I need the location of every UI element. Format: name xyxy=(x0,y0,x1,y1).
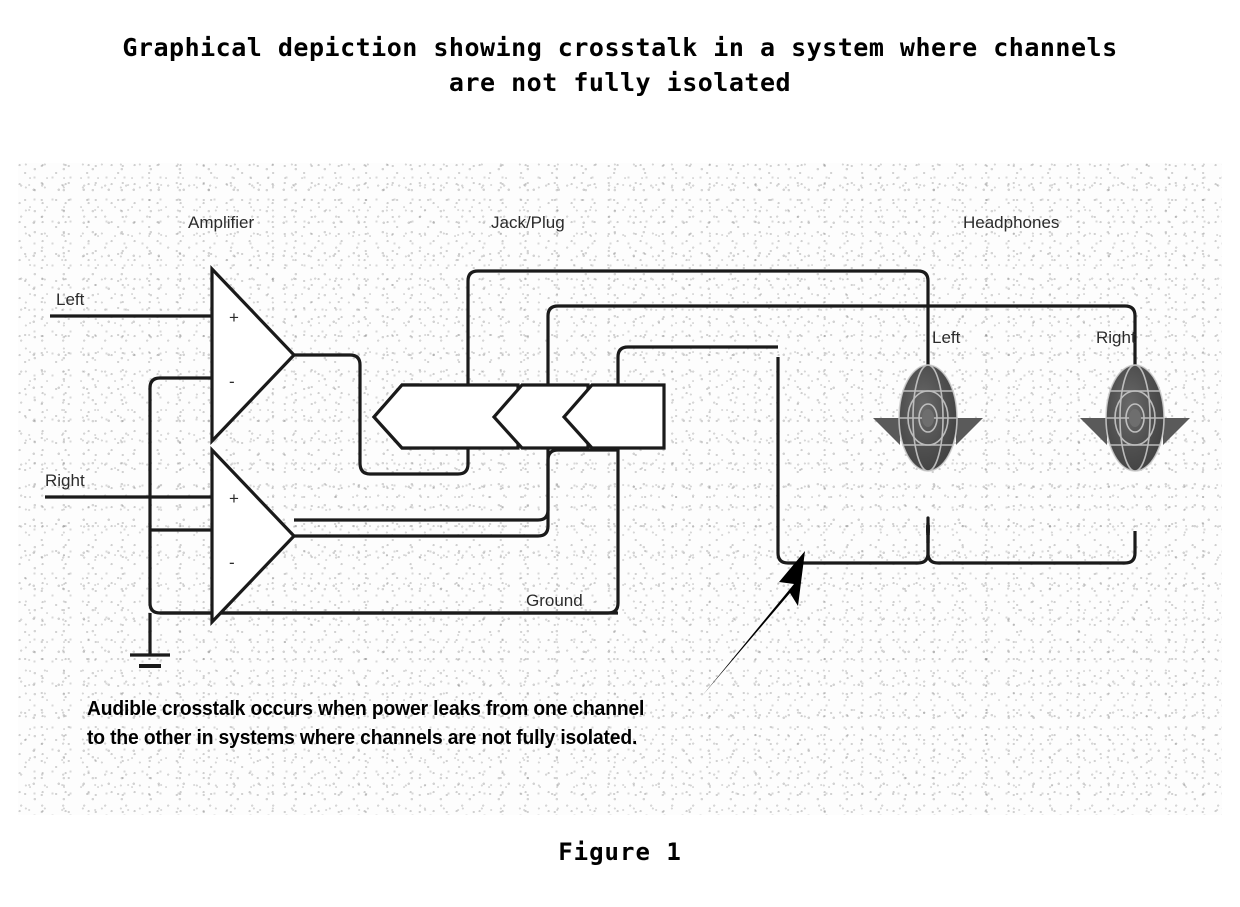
headphone-driver-left xyxy=(873,364,983,472)
label-amplifier: Amplifier xyxy=(188,213,254,232)
wire-plug-sleeve-upper xyxy=(616,345,778,385)
amplifier-left-triangle xyxy=(210,265,297,445)
amplifier-left-plus-terminal: + xyxy=(229,308,239,327)
amplifier-right-triangle xyxy=(210,446,297,626)
figure-label: Figure 1 xyxy=(558,838,682,866)
label-input-left: Left xyxy=(56,290,85,309)
label-headphones: Headphones xyxy=(963,213,1059,232)
label-input-right: Right xyxy=(45,471,85,490)
label-jack-plug: Jack/Plug xyxy=(491,213,565,232)
driver-left-side-point xyxy=(873,418,900,445)
jack-plug-group xyxy=(371,383,666,450)
driver-left-side-point-right xyxy=(956,418,983,445)
ground-symbol xyxy=(130,613,170,668)
driver-right-side-point-left xyxy=(1080,418,1107,445)
driver-left-dustcap xyxy=(922,409,934,427)
crosstalk-pointer-arrow xyxy=(702,551,805,696)
page-title: Graphical depiction showing crosstalk in… xyxy=(122,33,1118,97)
amplifier-right-minus-terminal: - xyxy=(229,553,235,572)
driver-right-dustcap xyxy=(1129,409,1141,427)
headphone-driver-right xyxy=(1080,364,1190,472)
amplifier-right-plus-terminal: + xyxy=(229,489,239,508)
label-driver-left: Left xyxy=(932,328,961,347)
wire-plug-return-1 xyxy=(420,448,470,476)
amplifier-left-minus-terminal: - xyxy=(229,372,235,391)
label-ground: Ground xyxy=(526,591,583,610)
diagram-caption: Audible crosstalk occurs when power leak… xyxy=(87,697,645,749)
driver-right-side-point xyxy=(1163,418,1190,445)
amplifier-group: + - + - xyxy=(210,265,297,626)
wire-plug-return-2 xyxy=(294,448,550,522)
label-driver-right: Right xyxy=(1096,328,1136,347)
wire-right-amp-output xyxy=(294,448,618,538)
wire-right-driver-return xyxy=(926,531,1137,565)
